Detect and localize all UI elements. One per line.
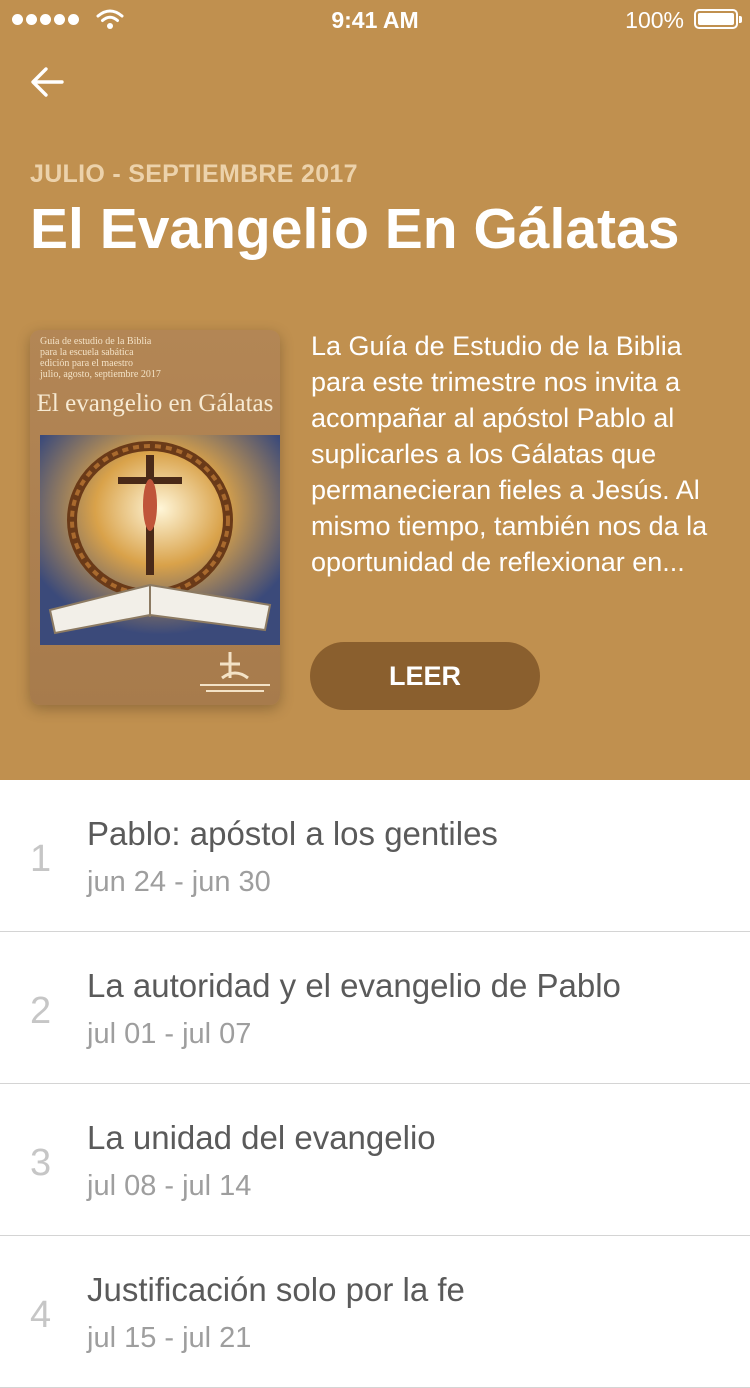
cover-title: El evangelio en Gálatas	[36, 390, 274, 417]
lesson-title: Pablo: apóstol a los gentiles	[87, 815, 498, 852]
lesson-number: 2	[30, 990, 52, 1032]
lesson-title: La unidad del evangelio	[87, 1119, 436, 1156]
cover-image: Guía de estudio de la Biblia para la esc…	[30, 330, 280, 705]
read-button[interactable]: LEER	[310, 642, 540, 710]
quarterly-description: La Guía de Estudio de la Biblia para est…	[311, 331, 708, 577]
lesson-item[interactable]: 2 La autoridad y el evangelio de Pablo j…	[0, 932, 750, 1084]
lesson-dates: jul 08 - jul 14	[87, 1170, 252, 1202]
lesson-dates: jul 15 - jul 21	[87, 1322, 252, 1354]
status-bar: 9:41 AM 100%	[0, 0, 750, 40]
cover-artwork	[40, 435, 280, 645]
lesson-title: Justificación solo por la fe	[87, 1271, 465, 1308]
quarterly-title: El Evangelio En Gálatas	[30, 197, 680, 261]
lesson-item[interactable]: 1 Pablo: apóstol a los gentiles jun 24 -…	[0, 780, 750, 932]
lesson-title: La autoridad y el evangelio de Pablo	[87, 967, 621, 1004]
lesson-number: 3	[30, 1142, 52, 1184]
battery-percentage: 100%	[625, 7, 684, 33]
quarterly-header: 9:41 AM 100% JULIO - SEPTIEMBRE 2017 El …	[0, 0, 750, 780]
lesson-item[interactable]: 4 Justificación solo por la fe jul 15 - …	[0, 1236, 750, 1388]
lesson-list: 1 Pablo: apóstol a los gentiles jun 24 -…	[0, 780, 750, 1388]
lesson-dates: jul 01 - jul 07	[87, 1018, 252, 1050]
lesson-number: 4	[30, 1294, 52, 1336]
lesson-dates: jun 24 - jun 30	[87, 866, 271, 898]
cover-caption: Guía de estudio de la Biblia para la esc…	[40, 336, 161, 380]
battery-icon	[694, 9, 742, 29]
church-logo	[200, 652, 270, 692]
back-arrow-icon[interactable]	[28, 62, 68, 102]
lesson-number: 1	[30, 838, 52, 880]
lesson-item[interactable]: 3 La unidad del evangelio jul 08 - jul 1…	[0, 1084, 750, 1236]
quarter-period: JULIO - SEPTIEMBRE 2017	[30, 160, 358, 188]
